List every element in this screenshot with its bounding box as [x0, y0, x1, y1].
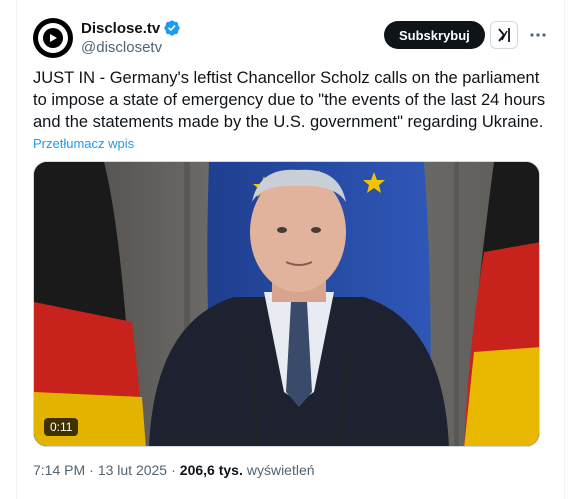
tweet-text: JUST IN - Germany's leftist Chancellor S… — [33, 69, 546, 131]
subscribe-button[interactable]: Subskrybuj — [384, 21, 485, 49]
verified-badge-icon — [163, 19, 181, 37]
display-name[interactable]: Disclose.tv — [81, 20, 160, 37]
author-block: Disclose.tv @disclosetv — [81, 19, 181, 56]
grok-button[interactable] — [490, 21, 518, 49]
tweet-meta: 7:14 PM · 13 lut 2025 · 206,6 tys. wyświ… — [33, 462, 315, 478]
views-label: wyświetleń — [246, 462, 315, 478]
video-duration: 0:11 — [44, 418, 79, 436]
avatar[interactable] — [33, 18, 73, 58]
meta-separator-2: · — [171, 462, 176, 478]
tweet-time[interactable]: 7:14 PM — [33, 462, 85, 478]
tweet-date[interactable]: 13 lut 2025 — [98, 462, 167, 478]
name-row: Disclose.tv — [81, 19, 181, 37]
video-player[interactable]: 0:11 — [33, 161, 540, 447]
play-logo-icon — [43, 28, 63, 48]
avatar-ring — [38, 23, 68, 53]
translate-link[interactable]: Przetłumacz wpis — [33, 136, 134, 151]
views-count: 206,6 tys. — [179, 462, 243, 478]
meta-separator: · — [89, 462, 94, 478]
more-icon[interactable] — [527, 24, 549, 46]
video-frame — [34, 162, 539, 446]
grok-icon — [498, 28, 510, 42]
handle[interactable]: @disclosetv — [81, 39, 181, 56]
tweet-card: Disclose.tv @disclosetv Subskrybuj JUST … — [16, 0, 565, 499]
